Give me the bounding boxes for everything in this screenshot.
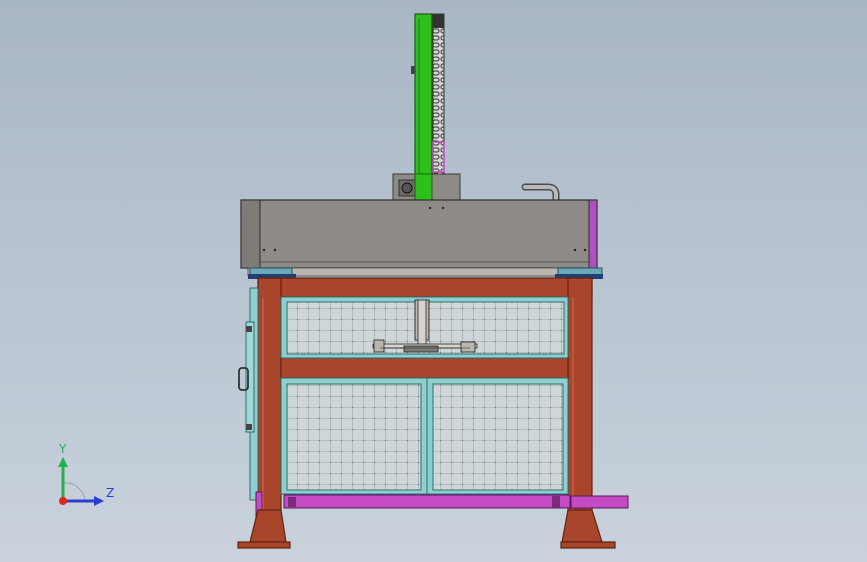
graphics-viewport[interactable]: Y Z: [0, 0, 867, 562]
right-foot[interactable]: [560, 509, 616, 549]
left-foot[interactable]: [237, 509, 291, 549]
y-axis-label: Y: [58, 442, 67, 456]
z-axis-label: Z: [106, 486, 114, 500]
z-axis-arrow: [94, 496, 104, 506]
triad-plane: [62, 482, 86, 502]
top-housing[interactable]: [240, 199, 598, 269]
vertical-mast[interactable]: [411, 13, 445, 201]
lower-left-mesh-panel[interactable]: [280, 377, 428, 495]
cad-model-view[interactable]: [0, 0, 867, 562]
side-door[interactable]: [238, 287, 259, 501]
carriage-block[interactable]: [392, 173, 461, 201]
mounting-plates[interactable]: [247, 267, 603, 279]
lower-right-mesh-panel[interactable]: [426, 377, 569, 495]
y-axis-arrow: [58, 457, 68, 467]
x-axis-dot: [59, 497, 67, 505]
reference-triad: Y Z: [58, 442, 114, 506]
